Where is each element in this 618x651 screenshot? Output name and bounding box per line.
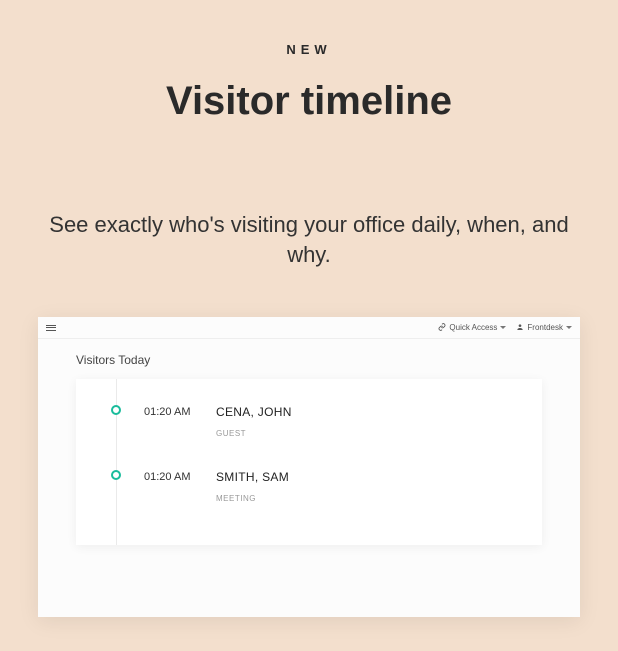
entry-time: 01:20 AM (144, 470, 216, 483)
menu-icon[interactable] (46, 325, 56, 331)
timeline-card: 01:20 AM CENA, JOHN GUEST 01:20 AM SMITH… (76, 379, 542, 545)
user-label: Frontdesk (527, 323, 563, 332)
topbar: Quick Access Frontdesk (38, 317, 580, 339)
quick-access-label: Quick Access (449, 323, 497, 332)
quick-access-menu[interactable]: Quick Access (438, 323, 506, 333)
user-menu[interactable]: Frontdesk (516, 323, 572, 333)
user-icon (516, 323, 524, 333)
chevron-down-icon (500, 326, 506, 329)
page-subtitle: See exactly who's visiting your office d… (0, 210, 618, 269)
section-title: Visitors Today (76, 353, 542, 367)
timeline-dot-icon (111, 470, 121, 480)
entry-type: GUEST (216, 429, 522, 438)
timeline-dot-icon (111, 405, 121, 415)
timeline-entry[interactable]: 01:20 AM SMITH, SAM MEETING (96, 462, 522, 527)
entry-type: MEETING (216, 494, 522, 503)
link-icon (438, 323, 446, 333)
chevron-down-icon (566, 326, 572, 329)
entry-name: CENA, JOHN (216, 405, 522, 419)
eyebrow-label: NEW (0, 42, 618, 57)
timeline-entry[interactable]: 01:20 AM CENA, JOHN GUEST (96, 397, 522, 462)
page-title: Visitor timeline (0, 79, 618, 124)
entry-time: 01:20 AM (144, 405, 216, 418)
entry-name: SMITH, SAM (216, 470, 522, 484)
app-window: Quick Access Frontdesk Visitors Today 01… (38, 317, 580, 617)
